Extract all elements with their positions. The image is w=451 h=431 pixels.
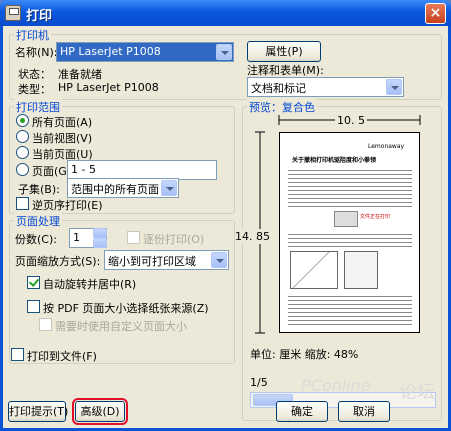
reverse-label[interactable]: 逆页序打印(E) — [32, 197, 103, 213]
copies-label: 份数(C): — [15, 233, 57, 246]
preview-page-number: 1/5 — [250, 376, 268, 389]
range-group-title: 打印范围 — [14, 99, 62, 115]
chevron-down-icon[interactable] — [161, 180, 177, 196]
properties-button[interactable]: 属性(P) — [247, 41, 321, 62]
auto-rotate-label[interactable]: 自动旋转并居中(R) — [43, 276, 136, 292]
preview-doc-lines — [288, 167, 412, 207]
pages-radio[interactable] — [16, 163, 29, 176]
type-label: 类型： — [18, 83, 51, 96]
print-to-file-label[interactable]: 打印到文件(F) — [27, 348, 97, 364]
watermark-suffix: 论坛 — [399, 382, 435, 403]
collate-label: 逐份打印(O) — [143, 233, 205, 246]
printer-name-label: 名称(N): — [15, 46, 58, 59]
advanced-button[interactable]: 高级(D) — [72, 398, 128, 425]
pages-input-value: 1 - 5 — [71, 163, 96, 176]
dialog-body: 打印机 名称(N): HP LaserJet P1008 属性(P) 状态： 准… — [3, 26, 448, 428]
print-to-file-checkbox[interactable] — [11, 348, 24, 361]
printer-group-title: 打印机 — [14, 27, 51, 43]
pages-input[interactable]: 1 - 5 — [67, 160, 217, 180]
title-bar[interactable]: 打印 × — [0, 0, 451, 26]
custom-size-checkbox[interactable] — [39, 318, 52, 331]
watermark-brand: PConline — [301, 376, 371, 395]
preview-units: 单位: 厘米 缩放: 48% — [250, 348, 359, 361]
scaling-select[interactable]: 缩小到可打印区域 — [104, 250, 229, 270]
custom-size-label: 需要时使用自定义页面大小 — [55, 320, 187, 333]
copies-spinner[interactable] — [93, 228, 107, 248]
subset-label: 子集(B): — [18, 183, 60, 196]
scaling-label: 页面缩放方式(S): — [15, 255, 101, 268]
comments-select[interactable]: 文档和标记 — [247, 77, 404, 97]
printer-name-select[interactable]: HP LaserJet P1008 — [56, 42, 234, 62]
pdf-size-label[interactable]: 按 PDF 页面大小选择纸张来源(Z) — [43, 300, 209, 316]
scaling-value: 缩小到可打印区域 — [108, 255, 196, 268]
preview-doc-title: 关于撤相打印机驱阻度和小拳领 — [292, 157, 377, 164]
copies-value: 1 — [73, 231, 80, 244]
preview-doc-lines — [288, 293, 412, 327]
window-title: 打印 — [26, 9, 53, 24]
pdf-size-checkbox[interactable] — [27, 300, 40, 313]
preview-doc-figure — [344, 251, 378, 289]
printer-icon — [5, 5, 21, 21]
all-pages-radio[interactable] — [16, 114, 29, 127]
collate-checkbox[interactable] — [127, 231, 140, 244]
auto-rotate-checkbox[interactable] — [27, 276, 40, 289]
preview-doc-subtitle: 文件正在打印 — [360, 214, 391, 220]
status-value: 准备就绪 — [58, 68, 102, 81]
printer-name-value: HP LaserJet P1008 — [60, 45, 161, 58]
preview-page: Lemonaway 关于撤相打印机驱阻度和小拳领 文件正在打印 — [279, 132, 420, 333]
chevron-down-icon[interactable] — [386, 79, 402, 95]
pages-label[interactable]: 页面(G) — [32, 163, 71, 179]
preview-doc-logo: Lemonaway — [368, 143, 405, 150]
preview-doc-figure — [290, 251, 338, 289]
chevron-down-icon[interactable] — [211, 252, 227, 268]
current-view-radio[interactable] — [16, 130, 29, 143]
all-pages-label[interactable]: 所有页面(A) — [32, 114, 92, 130]
print-dialog-window: 打印 × 打印机 名称(N): HP LaserJet P1008 属性(P) … — [0, 0, 451, 431]
close-button[interactable]: × — [425, 3, 446, 24]
comments-label: 注释和表单(M): — [247, 64, 324, 77]
preview-height: 14. 85 — [235, 229, 270, 244]
current-view-label[interactable]: 当前视图(V) — [32, 130, 92, 146]
type-value: HP LaserJet P1008 — [58, 81, 159, 94]
print-tips-button[interactable]: 打印提示(T) — [8, 401, 68, 422]
subset-value: 范围中的所有页面 — [71, 183, 159, 196]
cancel-button[interactable]: 取消 — [338, 401, 390, 422]
comments-value: 文档和标记 — [251, 82, 306, 95]
chevron-down-icon[interactable] — [216, 44, 232, 60]
status-label: 状态： — [18, 68, 51, 81]
ok-button[interactable]: 确定 — [276, 401, 328, 422]
handling-group-title: 页面处理 — [14, 213, 62, 229]
preview-doc-image — [334, 211, 358, 227]
preview-width: 10. 5 — [335, 114, 367, 127]
preview-group-title: 预览：复合色 — [247, 99, 317, 115]
reverse-checkbox[interactable] — [16, 197, 29, 210]
current-page-radio[interactable] — [16, 146, 29, 159]
preview-doc-lines — [288, 231, 412, 247]
subset-select[interactable]: 范围中的所有页面 — [67, 178, 179, 198]
